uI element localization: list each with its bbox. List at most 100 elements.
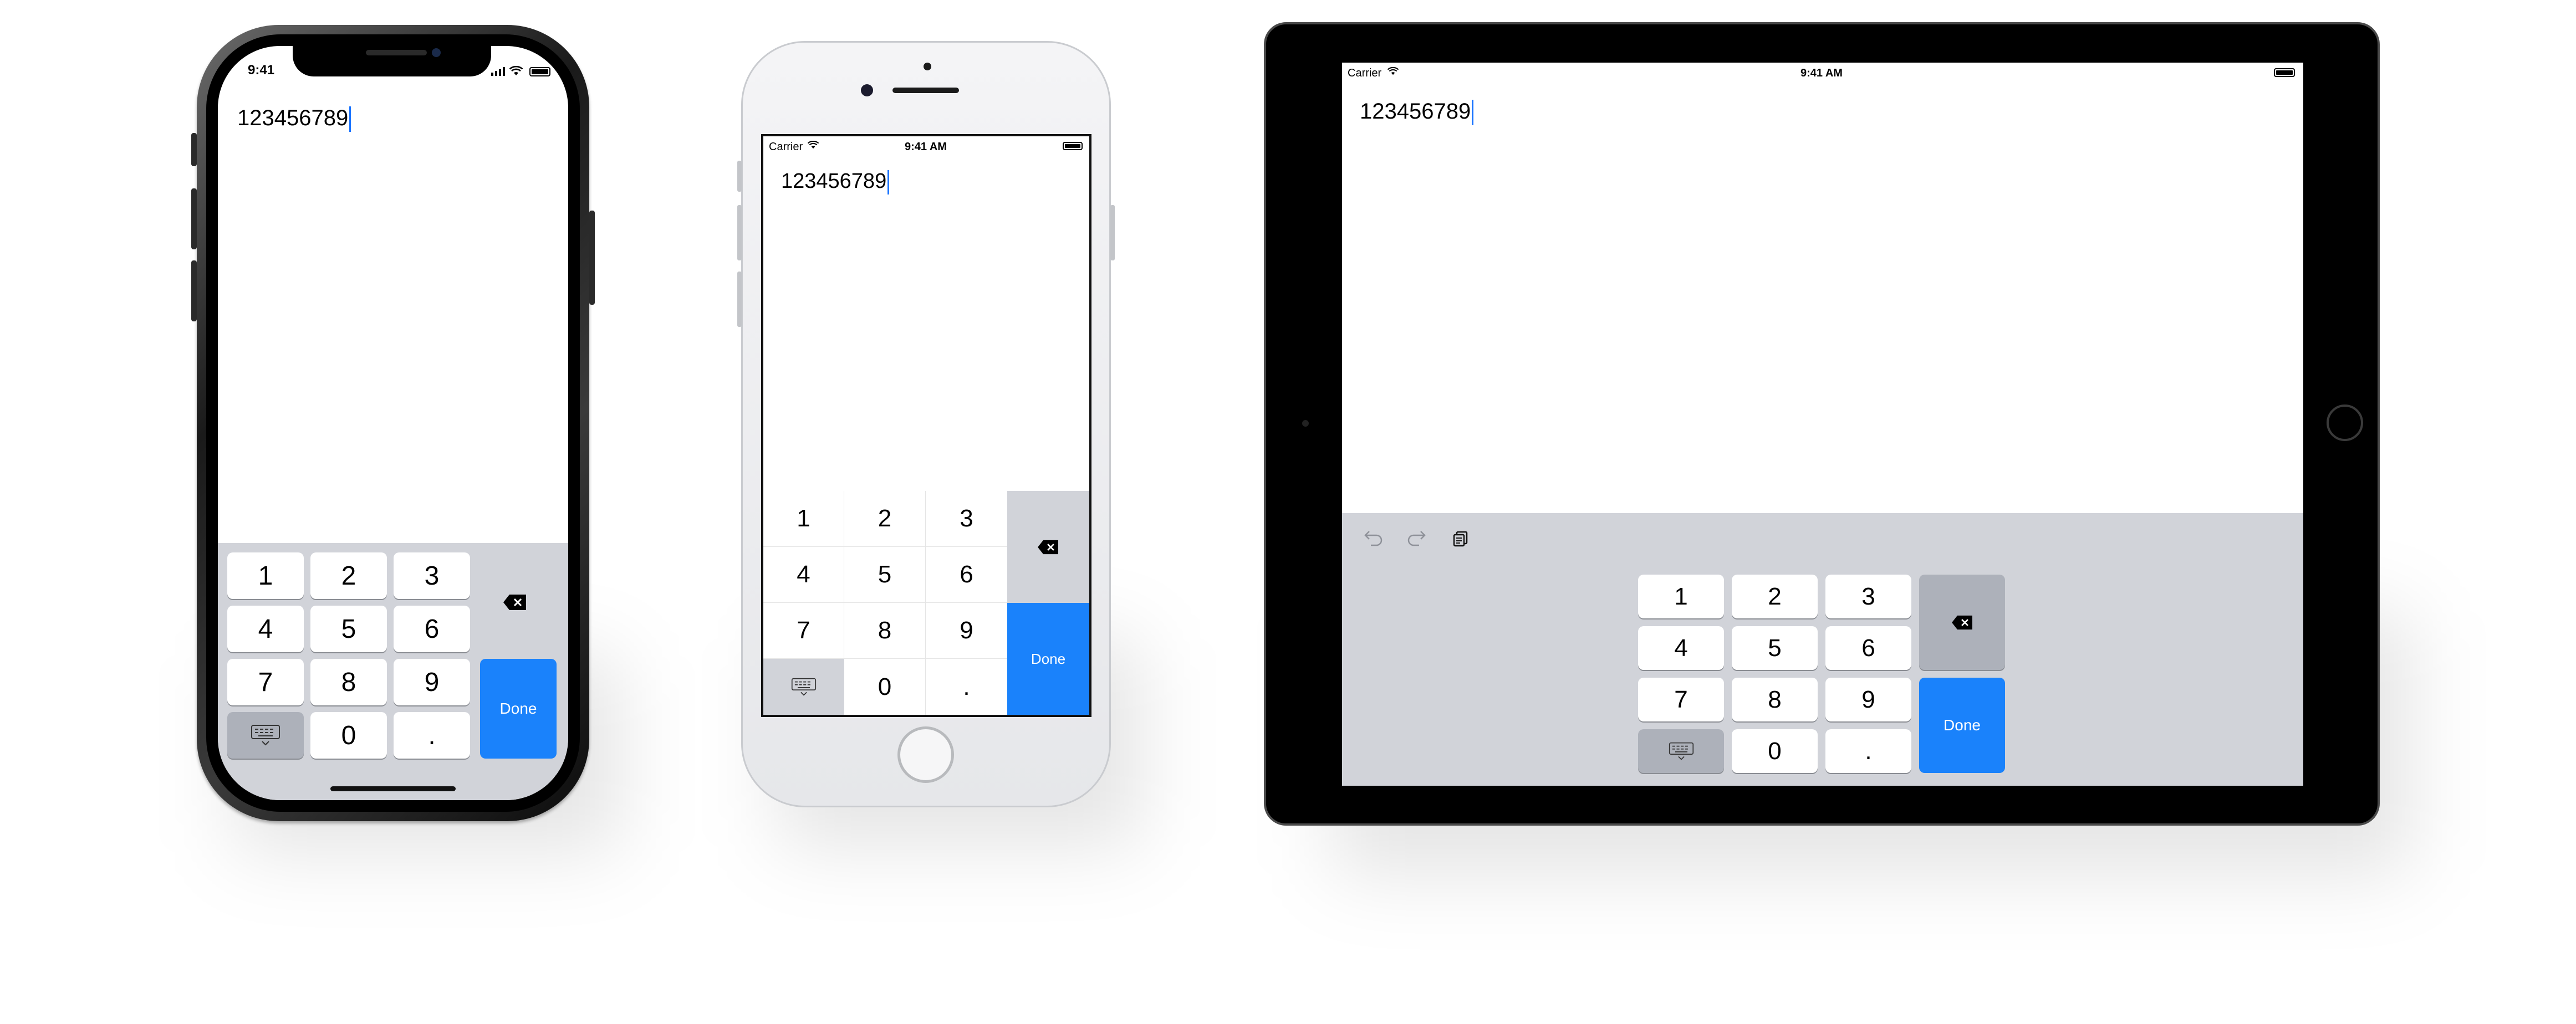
status-carrier: Carrier — [769, 141, 803, 153]
done-button[interactable]: Done — [1919, 678, 2005, 773]
key-2[interactable]: 2 — [310, 552, 387, 599]
key-label: 0 — [878, 673, 892, 700]
key-label: . — [1865, 737, 1872, 765]
key-9[interactable]: 9 — [394, 659, 470, 705]
key-8[interactable]: 8 — [310, 659, 387, 705]
key-label: 9 — [1861, 685, 1875, 713]
key-label: 7 — [797, 617, 810, 644]
key-7[interactable]: 7 — [227, 659, 304, 705]
key-label: 9 — [424, 667, 440, 697]
key-8[interactable]: 8 — [1732, 678, 1818, 721]
key-label: 4 — [1674, 634, 1688, 662]
key-1[interactable]: 1 — [1638, 575, 1724, 618]
field-value: 123456789 — [781, 170, 887, 193]
key-decimal[interactable]: . — [926, 659, 1007, 715]
key-5[interactable]: 5 — [844, 547, 926, 603]
key-label: 4 — [258, 614, 273, 644]
key-label: 5 — [341, 614, 356, 644]
key-label: 9 — [960, 617, 973, 644]
iphone-x-volume-up — [191, 188, 197, 249]
undo-icon[interactable] — [1363, 530, 1383, 546]
key-label: 1 — [797, 505, 810, 532]
number-text-field[interactable]: 123456789 — [1360, 99, 1474, 126]
done-label: Done — [499, 700, 537, 717]
key-3[interactable]: 3 — [1825, 575, 1911, 618]
key-6[interactable]: 6 — [1825, 626, 1911, 670]
key-label: 6 — [1861, 634, 1875, 662]
key-7[interactable]: 7 — [1638, 678, 1724, 721]
key-5[interactable]: 5 — [310, 606, 387, 652]
key-label: 5 — [878, 561, 892, 588]
text-caret — [349, 106, 351, 132]
key-7[interactable]: 7 — [763, 603, 844, 659]
signal-icon — [491, 67, 506, 76]
number-text-field[interactable]: 123456789 — [781, 170, 890, 194]
done-button[interactable]: Done — [480, 659, 557, 759]
ipad-screen: Carrier 9:41 AM 123456789 1 2 3 4 5 6 7 … — [1342, 63, 2303, 786]
key-decimal[interactable]: . — [394, 712, 470, 759]
text-caret — [887, 170, 890, 194]
key-6[interactable]: 6 — [394, 606, 470, 652]
key-4[interactable]: 4 — [227, 606, 304, 652]
iphone-8-camera — [861, 84, 873, 96]
key-label: 3 — [424, 561, 440, 591]
key-label: 7 — [258, 667, 273, 697]
key-4[interactable]: 4 — [763, 547, 844, 603]
key-decimal[interactable]: . — [1825, 729, 1911, 773]
battery-icon — [529, 67, 550, 76]
redo-icon[interactable] — [1407, 530, 1427, 546]
ipad-home-button[interactable] — [2327, 405, 2363, 441]
iphone-8-speaker — [892, 88, 959, 93]
home-button[interactable] — [897, 726, 954, 783]
key-1[interactable]: 1 — [763, 491, 844, 547]
key-5[interactable]: 5 — [1732, 626, 1818, 670]
ipad-camera — [1302, 420, 1309, 427]
field-value: 123456789 — [1360, 99, 1471, 124]
home-indicator[interactable] — [330, 786, 456, 791]
text-caret — [1472, 100, 1474, 126]
keyboard-dismiss-key[interactable] — [763, 659, 844, 715]
key-2[interactable]: 2 — [844, 491, 926, 547]
backspace-icon — [503, 594, 527, 611]
key-label: 5 — [1768, 634, 1782, 662]
done-label: Done — [1031, 650, 1066, 667]
key-2[interactable]: 2 — [1732, 575, 1818, 618]
done-button[interactable]: Done — [1007, 603, 1089, 715]
number-text-field[interactable]: 123456789 — [237, 106, 351, 132]
backspace-key[interactable] — [477, 552, 553, 652]
iphone-x-volume-down — [191, 260, 197, 321]
key-label: 3 — [960, 505, 973, 532]
backspace-key[interactable] — [1919, 575, 2005, 670]
status-time: 9:41 AM — [1800, 67, 1843, 79]
done-label: Done — [1944, 716, 1981, 734]
status-time: 9:41 — [248, 63, 275, 78]
key-9[interactable]: 9 — [926, 603, 1007, 659]
iphone-8-sensor — [924, 63, 931, 70]
key-0[interactable]: 0 — [310, 712, 387, 759]
key-label: 8 — [878, 617, 892, 644]
key-4[interactable]: 4 — [1638, 626, 1724, 670]
keyboard-hide-icon — [791, 678, 817, 697]
wifi-icon — [1388, 67, 1399, 75]
keyboard-dismiss-key[interactable] — [1638, 729, 1724, 773]
iphone-8-side-button — [1110, 205, 1115, 260]
key-9[interactable]: 9 — [1825, 678, 1911, 721]
key-label: 2 — [878, 505, 892, 532]
battery-icon — [2274, 68, 2295, 77]
key-0[interactable]: 0 — [1732, 729, 1818, 773]
key-3[interactable]: 3 — [394, 552, 470, 599]
backspace-icon — [1951, 615, 1973, 630]
key-6[interactable]: 6 — [926, 547, 1007, 603]
paste-icon[interactable] — [1452, 530, 1470, 547]
key-label: 2 — [341, 561, 356, 591]
backspace-key[interactable] — [1007, 491, 1089, 603]
key-1[interactable]: 1 — [227, 552, 304, 599]
iphone-x-silent-switch — [191, 133, 197, 166]
key-3[interactable]: 3 — [926, 491, 1007, 547]
key-8[interactable]: 8 — [844, 603, 926, 659]
keyboard-dismiss-key[interactable] — [227, 712, 304, 759]
key-label: 3 — [1861, 582, 1875, 610]
iphone-x-screen: 9:41 123456789 1 2 3 4 5 6 7 8 9 0 . Don… — [218, 46, 568, 800]
key-0[interactable]: 0 — [844, 659, 926, 715]
backspace-icon — [1037, 540, 1059, 555]
